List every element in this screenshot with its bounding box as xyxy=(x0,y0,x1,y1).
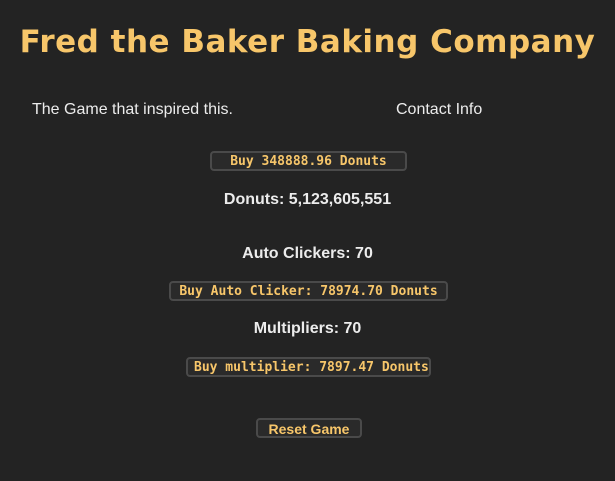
buy-auto-clicker-button[interactable]: Buy Auto Clicker: 78974.70 Donuts xyxy=(169,281,448,301)
contact-info-link[interactable]: Contact Info xyxy=(396,100,482,120)
reset-game-button[interactable]: Reset Game xyxy=(256,418,362,438)
page-title: Fred the Baker Baking Company xyxy=(19,24,596,60)
multiplier-count: Multipliers: 70 xyxy=(253,320,362,337)
buy-donuts-button[interactable]: Buy 348888.96 Donuts xyxy=(210,151,407,171)
auto-clicker-count: Auto Clickers: 70 xyxy=(242,245,373,262)
game-inspiration-link[interactable]: The Game that inspired this. xyxy=(32,100,233,120)
donut-count: Donuts: 5,123,605,551 xyxy=(223,191,392,208)
buy-multiplier-button[interactable]: Buy multiplier: 7897.47 Donuts xyxy=(186,357,431,377)
